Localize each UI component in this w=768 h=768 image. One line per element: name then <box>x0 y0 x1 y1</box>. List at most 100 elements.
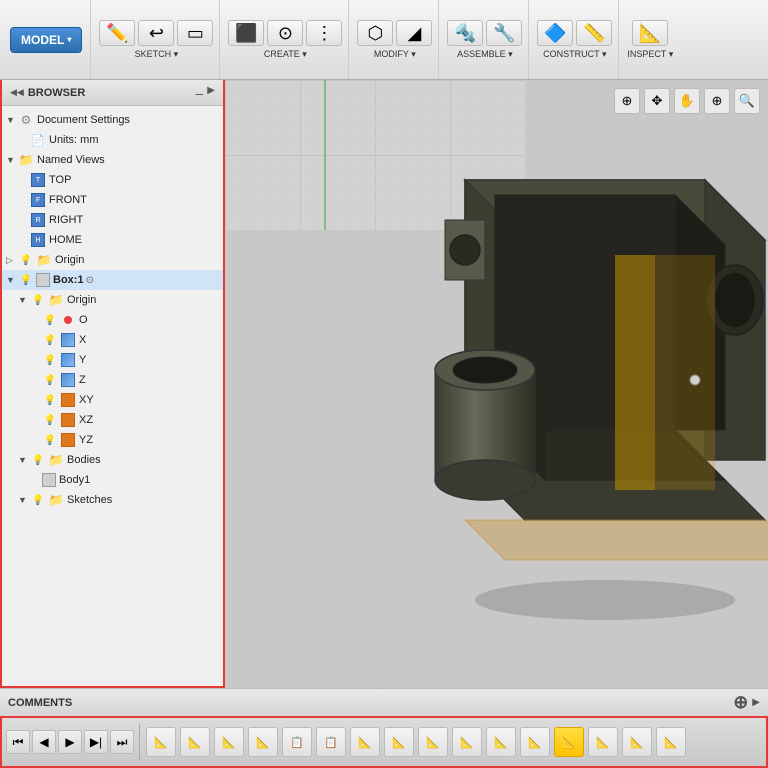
view-tool-5[interactable]: 📋 <box>282 727 312 757</box>
vp-nav-orbit-button[interactable]: ⊕ <box>704 88 730 114</box>
tree-item-box1[interactable]: ▼ 💡 Box:1 ⊙ <box>2 270 223 290</box>
viewport-nav-tools: ⊕ ✥ ✋ ⊕ 🔍 <box>614 88 760 114</box>
tree-item-plane-xy[interactable]: 💡 XY <box>26 390 223 410</box>
tree-item-plane-yz[interactable]: 💡 YZ <box>26 430 223 450</box>
browser-expand-icon[interactable]: ▶ <box>207 85 215 101</box>
playback-start-button[interactable]: ⏮ <box>6 730 30 754</box>
tree-item-axis-y[interactable]: 💡 Y <box>26 350 223 370</box>
sketch-line-button[interactable]: ✏️ <box>99 20 135 46</box>
create-revolve-button[interactable]: ⊙ <box>267 20 303 46</box>
playback-play-button[interactable]: ▶ <box>58 730 82 754</box>
browser-collapse-icon[interactable]: ◀◀ <box>10 87 24 98</box>
view-tool-7[interactable]: 📐 <box>350 727 380 757</box>
eye-icon-xz: 💡 <box>42 412 58 428</box>
view-tool-3[interactable]: 📐 <box>214 727 244 757</box>
comments-label: COMMENTS <box>8 697 72 709</box>
tree-item-origin-box1[interactable]: ▼ 💡 📁 Origin <box>14 290 223 310</box>
view-tool-12[interactable]: 📐 <box>520 727 550 757</box>
model-button[interactable]: MODEL ▾ <box>10 27 82 53</box>
tree-label: O <box>79 314 88 326</box>
eye-icon-o: 💡 <box>42 312 58 328</box>
browser-header: ◀◀ BROWSER – ▶ <box>2 80 223 106</box>
view-tool-16[interactable]: 📐 <box>656 727 686 757</box>
create-more-button[interactable]: ⋮ <box>306 20 342 46</box>
tree-item-named-views[interactable]: ▼ 📁 Named Views <box>2 150 223 170</box>
tree-item-plane-xz[interactable]: 💡 XZ <box>26 410 223 430</box>
doc-icon: 📄 <box>30 132 46 148</box>
assemble-joint-icon: 🔧 <box>493 24 515 42</box>
tree-label: Y <box>79 354 86 366</box>
view-tool-15[interactable]: 📐 <box>622 727 652 757</box>
view-tool-14[interactable]: 📐 <box>588 727 618 757</box>
view-tool-11[interactable]: 📐 <box>486 727 516 757</box>
playback-prev-button[interactable]: ◀ <box>32 730 56 754</box>
axis-icon-y <box>60 352 76 368</box>
sketch-label: SKETCH ▾ <box>135 49 179 60</box>
folder-icon-origin-box1: 📁 <box>48 292 64 308</box>
tree-item-axis-x[interactable]: 💡 X <box>26 330 223 350</box>
tree-item-view-front[interactable]: F FRONT <box>14 190 223 210</box>
comments-expand-icon[interactable]: ▶ <box>752 697 760 708</box>
tree-item-origin-top[interactable]: ▷ 💡 📁 Origin <box>2 250 223 270</box>
tree-label: Bodies <box>67 454 101 466</box>
create-more-icon: ⋮ <box>315 24 333 42</box>
tree-item-origin-pt[interactable]: 💡 O <box>26 310 223 330</box>
view-tool-10[interactable]: 📐 <box>452 727 482 757</box>
3d-model[interactable] <box>225 80 768 688</box>
tree-item-view-right[interactable]: R RIGHT <box>14 210 223 230</box>
tree-item-sketches[interactable]: ▼ 💡 📁 Sketches <box>14 490 223 510</box>
create-extrude-icon: ⬛ <box>235 24 257 42</box>
add-comment-button[interactable]: ⊕ <box>733 692 748 713</box>
tree-item-view-home[interactable]: H HOME <box>14 230 223 250</box>
tree-item-view-top[interactable]: T TOP <box>14 170 223 190</box>
assemble-joint-button[interactable]: 🔧 <box>486 20 522 46</box>
view-tool-1[interactable]: 📐 <box>146 727 176 757</box>
tree-label: Z <box>79 374 86 386</box>
inspect-measure-button[interactable]: 📐 <box>632 20 668 46</box>
sketch-arc-button[interactable]: ↩ <box>138 20 174 46</box>
tree-label: XY <box>79 394 94 406</box>
tree-arrow: ▼ <box>6 115 18 125</box>
modify-fillet-button[interactable]: ◢ <box>396 20 432 46</box>
create-extrude-button[interactable]: ⬛ <box>228 20 264 46</box>
tree-item-body1[interactable]: Body1 <box>26 470 223 490</box>
tree-arrow: ▼ <box>6 275 18 285</box>
vp-nav-hand-button[interactable]: ✋ <box>674 88 700 114</box>
browser-minus-icon[interactable]: – <box>196 85 204 101</box>
tree-item-units[interactable]: 📄 Units: mm <box>14 130 223 150</box>
viewport[interactable]: ⊕ ✥ ✋ ⊕ 🔍 <box>225 80 768 688</box>
view-tool-4[interactable]: 📐 <box>248 727 278 757</box>
modify-press-button[interactable]: ⬡ <box>357 20 393 46</box>
assemble-new-button[interactable]: 🔩 <box>447 20 483 46</box>
view-tool-9[interactable]: 📐 <box>418 727 448 757</box>
view-tool-6[interactable]: 📋 <box>316 727 346 757</box>
folder-icon-bodies: 📁 <box>48 452 64 468</box>
tree-item-doc-settings[interactable]: ▼ ⚙ Document Settings <box>2 110 223 130</box>
tree-arrow: ▼ <box>18 495 30 505</box>
playback-end-button[interactable]: ⏭ <box>110 730 134 754</box>
view-tool-2[interactable]: 📐 <box>180 727 210 757</box>
browser-panel: ◀◀ BROWSER – ▶ ▼ ⚙ Document Settings 📄 U… <box>0 80 225 688</box>
sketch-rect-button[interactable]: ▭ <box>177 20 213 46</box>
sketch-group: ✏️ ↩ ▭ SKETCH ▾ <box>93 0 220 79</box>
model-label: MODEL <box>21 33 64 47</box>
bottom-toolbar: ⏮ ◀ ▶ ▶| ⏭ 📐 📐 📐 📐 📋 📋 📐 📐 📐 📐 📐 📐 📐 📐 📐… <box>0 716 768 768</box>
tree-item-axis-z[interactable]: 💡 Z <box>26 370 223 390</box>
construct-plane-button[interactable]: 🔷 <box>537 20 573 46</box>
tree-item-bodies[interactable]: ▼ 💡 📁 Bodies <box>14 450 223 470</box>
view-tool-13-active[interactable]: 📐 <box>554 727 584 757</box>
modify-label: MODIFY ▾ <box>374 49 416 60</box>
main-toolbar: MODEL ▾ ✏️ ↩ ▭ SKETCH ▾ ⬛ ⊙ <box>0 0 768 80</box>
tree-label: Origin <box>55 254 84 266</box>
comments-bar: COMMENTS ⊕ ▶ <box>0 688 768 716</box>
sketch-rect-icon: ▭ <box>187 24 204 42</box>
vp-nav-target-button[interactable]: ⊕ <box>614 88 640 114</box>
playback-next-button[interactable]: ▶| <box>84 730 108 754</box>
toolbar-divider-1 <box>139 724 140 760</box>
vp-nav-zoom-button[interactable]: 🔍 <box>734 88 760 114</box>
view-tool-8[interactable]: 📐 <box>384 727 414 757</box>
assemble-group: 🔩 🔧 ASSEMBLE ▾ <box>441 0 529 79</box>
eye-icon-origin-top: 💡 <box>18 252 34 268</box>
vp-nav-pan-button[interactable]: ✥ <box>644 88 670 114</box>
construct-axis-button[interactable]: 📏 <box>576 20 612 46</box>
